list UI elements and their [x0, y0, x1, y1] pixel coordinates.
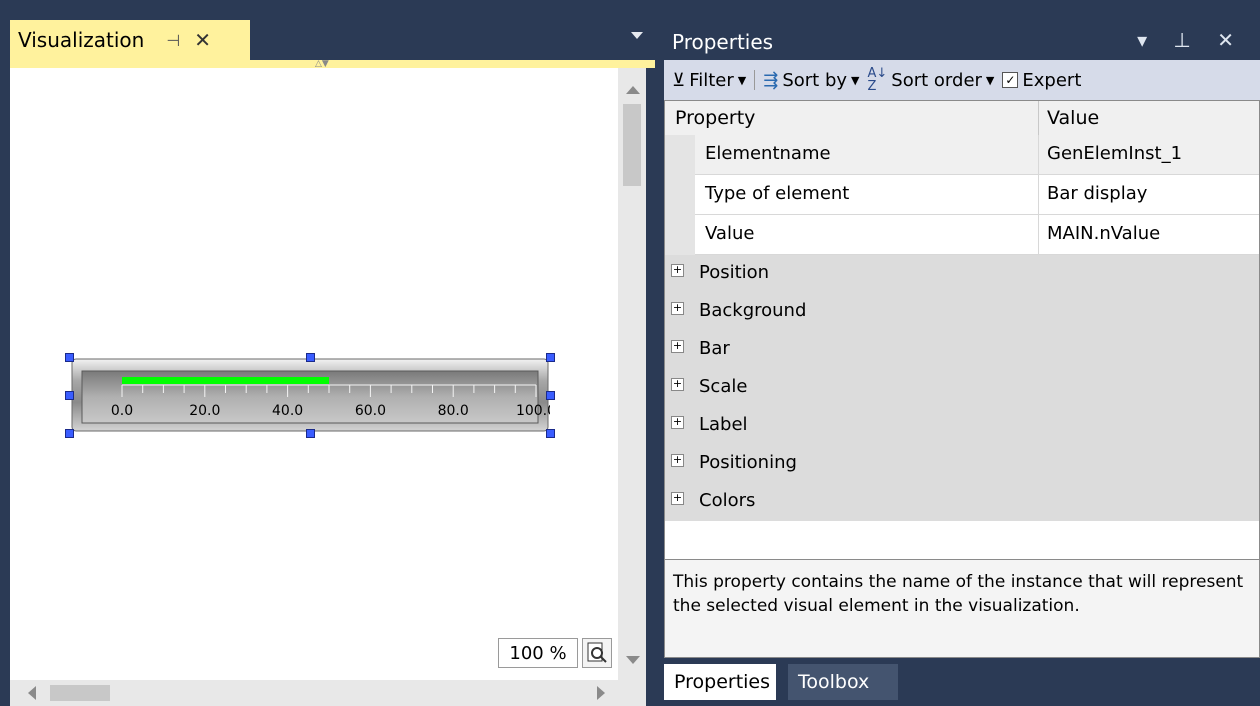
property-group-background[interactable]: + Background: [665, 293, 1259, 331]
properties-panel: Properties ▾ ⊥ ✕ ⊻ Filter ▼ ⇶ Sort by ▼ …: [664, 24, 1260, 706]
tab-toolbox[interactable]: Toolbox: [788, 664, 898, 700]
property-value[interactable]: Bar display: [1047, 183, 1147, 204]
scale-label: 60.0: [355, 403, 386, 419]
resize-handle-nw[interactable]: [65, 353, 74, 362]
group-name: Bar: [699, 338, 730, 359]
zoom-button[interactable]: [582, 638, 612, 668]
scroll-left-icon[interactable]: [28, 686, 36, 700]
property-group-bar[interactable]: + Bar: [665, 331, 1259, 369]
horizontal-scroll-thumb[interactable]: [50, 685, 110, 701]
close-icon[interactable]: ✕: [194, 28, 211, 52]
expand-icon[interactable]: +: [671, 416, 684, 429]
scroll-right-icon[interactable]: [597, 686, 605, 700]
group-name: Position: [699, 262, 770, 283]
scale-label: 0.0: [111, 403, 133, 419]
property-grid-header: Property Value: [665, 101, 1259, 136]
property-group-colors[interactable]: + Colors: [665, 483, 1259, 521]
group-name: Scale: [699, 376, 748, 397]
vertical-scroll-thumb[interactable]: [623, 104, 641, 186]
resize-handle-sw[interactable]: [65, 429, 74, 438]
bar-fill: [122, 377, 329, 384]
ruler-marker-icon: △▼: [315, 59, 329, 69]
bottom-tab-strip: Properties Toolbox: [664, 658, 1260, 706]
sort-order-label: Sort order: [891, 69, 982, 91]
filter-button[interactable]: ⊻ Filter ▼: [672, 70, 746, 91]
chevron-down-icon[interactable]: [631, 32, 643, 39]
sort-order-button[interactable]: A↓ Z Sort order ▼: [868, 67, 995, 93]
group-name: Positioning: [699, 452, 797, 473]
properties-title-bar: Properties ▾ ⊥ ✕: [664, 24, 1260, 60]
visualization-canvas[interactable]: 0.0 20.0 40.0 60.0 80.0 100.0: [10, 68, 618, 680]
property-value[interactable]: GenElemInst_1: [1047, 143, 1182, 164]
sort-az-icon: A↓ Z: [867, 66, 888, 94]
horizontal-scrollbar[interactable]: [10, 680, 646, 706]
scale-label: 20.0: [189, 403, 220, 419]
expand-icon[interactable]: +: [671, 378, 684, 391]
scroll-down-icon[interactable]: [626, 656, 640, 664]
property-name: Elementname: [705, 143, 831, 164]
column-header-value[interactable]: Value: [1047, 107, 1099, 129]
property-row[interactable]: Value MAIN.nValue: [665, 215, 1259, 255]
bar-display-graphic: 0.0 20.0 40.0 60.0 80.0 100.0: [71, 358, 556, 432]
editor-top-strip: △▼: [10, 59, 655, 69]
scale-label: 100.0: [516, 403, 550, 419]
sort-by-button[interactable]: ⇶ Sort by ▼: [763, 70, 859, 91]
resize-handle-e[interactable]: [546, 391, 555, 400]
property-group-label[interactable]: + Label: [665, 407, 1259, 445]
sort-by-label: Sort by: [782, 69, 848, 91]
property-description: This property contains the name of the i…: [664, 560, 1260, 658]
tab-visualization[interactable]: Visualization ⊣ ✕: [10, 20, 250, 60]
expert-toggle[interactable]: ✓ Expert: [1002, 70, 1081, 91]
group-name: Label: [699, 414, 748, 435]
property-group-scale[interactable]: + Scale: [665, 369, 1259, 407]
expand-icon[interactable]: +: [671, 454, 684, 467]
filter-icon: ⊻: [672, 69, 686, 91]
expand-icon[interactable]: +: [671, 264, 684, 277]
property-group-positioning[interactable]: + Positioning: [665, 445, 1259, 483]
property-row[interactable]: Elementname GenElemInst_1: [665, 135, 1259, 175]
caret-down-icon: ▼: [985, 73, 995, 87]
column-divider[interactable]: [1038, 101, 1039, 135]
expand-icon[interactable]: +: [671, 492, 684, 505]
zoom-level-field[interactable]: 100 %: [498, 638, 578, 668]
scroll-up-icon[interactable]: [626, 86, 640, 94]
tab-visualization-label: Visualization: [18, 28, 145, 52]
panel-window-controls[interactable]: ▾ ⊥ ✕: [1137, 28, 1244, 52]
expert-checkbox[interactable]: ✓: [1002, 72, 1019, 88]
resize-handle-se[interactable]: [546, 429, 555, 438]
tab-properties[interactable]: Properties: [664, 664, 776, 700]
caret-down-icon: ▼: [737, 73, 747, 87]
pin-icon[interactable]: ⊣: [166, 31, 180, 50]
properties-toolbar: ⊻ Filter ▼ ⇶ Sort by ▼ A↓ Z Sort order ▼ …: [664, 60, 1260, 100]
expand-icon[interactable]: +: [671, 340, 684, 353]
expert-label: Expert: [1022, 69, 1082, 91]
resize-handle-n[interactable]: [306, 353, 315, 362]
scale-label: 40.0: [272, 403, 303, 419]
property-name: Value: [705, 223, 755, 244]
property-value[interactable]: MAIN.nValue: [1047, 223, 1160, 244]
properties-title: Properties: [672, 30, 774, 54]
property-row[interactable]: Type of element Bar display: [665, 175, 1259, 215]
zoom-magnifier-icon: [587, 642, 607, 663]
resize-handle-s[interactable]: [306, 429, 315, 438]
expand-icon[interactable]: +: [671, 302, 684, 315]
caret-down-icon: ▼: [851, 73, 860, 87]
resize-handle-ne[interactable]: [546, 353, 555, 362]
property-group-position[interactable]: + Position: [665, 255, 1259, 293]
visualization-panel: Visualization ⊣ ✕ △▼ 0.0 20.0 40.0 60.0 …: [10, 8, 655, 706]
scale-label: 80.0: [438, 403, 469, 419]
column-header-property[interactable]: Property: [675, 107, 755, 129]
bar-display-element[interactable]: 0.0 20.0 40.0 60.0 80.0 100.0: [65, 353, 556, 438]
group-name: Background: [699, 300, 807, 321]
group-name: Colors: [699, 490, 756, 511]
vertical-scrollbar[interactable]: [618, 68, 646, 680]
resize-handle-w[interactable]: [65, 391, 74, 400]
toolbar-separator: [754, 70, 756, 90]
property-grid: Property Value Elementname GenElemInst_1…: [664, 100, 1260, 560]
sort-by-icon: ⇶: [763, 69, 779, 91]
filter-label: Filter: [689, 69, 734, 91]
property-name: Type of element: [705, 183, 850, 204]
